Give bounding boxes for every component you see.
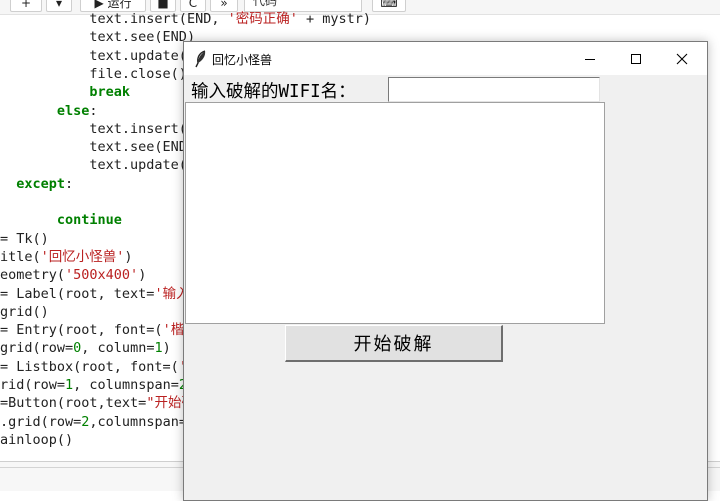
code-line: eometry('500x400') [0, 266, 146, 284]
code-token: rid(row= [0, 377, 66, 393]
code-line: rid(row=1, columnspan=2) [0, 376, 195, 394]
code-keyword: break [89, 84, 131, 101]
code-line: = Tk() [0, 230, 49, 248]
code-keyword: except [16, 175, 66, 192]
code-line: text.update() [0, 47, 195, 65]
tk-window: 回忆小怪兽 输入破解的WIFI名： 开始破解 [183, 41, 708, 501]
code-token: 1 [65, 377, 74, 393]
code-line: grid() [0, 303, 49, 321]
code-token: = Listbox(root, font=( [0, 358, 179, 375]
code-token: text.see(END) [89, 29, 196, 46]
code-keyword: continue [56, 212, 122, 229]
code-token: text.update() [89, 47, 196, 64]
code-line: text.see(END) [0, 28, 195, 46]
code-token: : [89, 102, 98, 119]
code-token: = Entry(root, font=( [0, 322, 163, 339]
code-line: itle('回忆小怪兽') [0, 248, 133, 266]
code-string: '500x400' [65, 267, 139, 284]
code-token: text.see(END) [89, 139, 196, 156]
maximize-button[interactable] [613, 42, 659, 75]
code-line: text.insert(END, '密码正确' + mystr) [0, 10, 371, 28]
code-line: = Listbox(root, font=('楷 [0, 358, 200, 376]
start-crack-button[interactable]: 开始破解 [285, 325, 503, 362]
code-line: break [0, 83, 130, 101]
code-line: grid(row=0, column=1) [0, 339, 171, 357]
code-token: file.close() [89, 65, 187, 82]
window-client-area: 输入破解的WIFI名： 开始破解 [184, 75, 707, 500]
maximize-icon [631, 54, 641, 64]
code-token: 1 [154, 340, 163, 357]
code-token: text.update() [89, 157, 196, 174]
code-token: text.insert(END, [89, 11, 228, 27]
code-line: text.insert(EN [0, 120, 203, 138]
code-line: = Entry(root, font=('楷体 [0, 321, 198, 339]
minimize-button[interactable] [567, 42, 613, 75]
code-keyword: else [56, 102, 90, 119]
code-token: grid(row= [0, 340, 74, 357]
code-string: '密码正确' [227, 11, 298, 27]
code-line: .grid(row=2,columnspan=2 [0, 413, 195, 431]
code-line: ainloop() [0, 431, 73, 449]
code-token: , columnspan= [73, 377, 179, 393]
code-token: grid() [0, 303, 49, 320]
code-line: except: [0, 175, 73, 193]
code-token: = Label(root, text= [0, 285, 155, 302]
code-token: ) [124, 248, 133, 265]
code-token: ,columnspan=2 [89, 413, 196, 430]
window-title: 回忆小怪兽 [212, 53, 273, 67]
wifi-name-input[interactable] [388, 77, 600, 102]
code-line: text.update() [0, 156, 195, 174]
code-line: =Button(root,text="开始破 [0, 394, 195, 412]
close-button[interactable] [659, 42, 705, 75]
cell-type-value: 代码 [253, 0, 278, 8]
code-line: else: [0, 102, 98, 120]
code-token: eometry( [0, 267, 66, 284]
feather-icon [195, 50, 206, 68]
code-line: file.close() [0, 65, 187, 83]
code-token: ) [138, 267, 147, 284]
result-listbox[interactable] [185, 102, 605, 324]
wifi-name-label: 输入破解的WIFI名： [191, 82, 356, 102]
close-icon [676, 53, 688, 65]
code-token: itle( [0, 248, 41, 265]
code-token: ainloop() [0, 431, 74, 448]
code-line: = Label(root, text='输入 [0, 285, 190, 303]
code-token: : [65, 175, 74, 192]
code-line: text.see(END) [0, 138, 195, 156]
code-token: + mystr) [297, 11, 371, 27]
minimize-icon [585, 59, 595, 60]
code-token: , column= [81, 340, 155, 357]
code-token: ) [162, 340, 171, 357]
code-token: =Button(root,text= [0, 395, 147, 412]
code-token: = Tk() [0, 230, 49, 247]
title-bar[interactable]: 回忆小怪兽 [184, 42, 707, 75]
code-string: '回忆小怪兽' [40, 248, 125, 265]
code-token: .grid(row= [0, 413, 82, 430]
code-line: continue [0, 211, 122, 229]
